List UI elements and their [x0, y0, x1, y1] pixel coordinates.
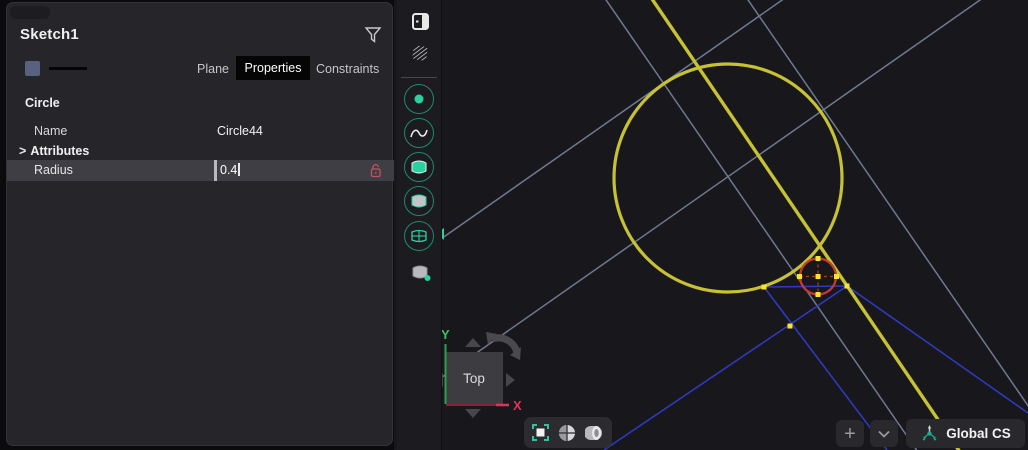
radius-input[interactable]: 0.4 — [220, 163, 240, 177]
handle-dot[interactable] — [762, 285, 767, 290]
view-mode-bar — [524, 417, 612, 448]
tab-properties[interactable]: Properties — [236, 56, 310, 80]
line-style-preview[interactable] — [49, 67, 87, 70]
tab-constraints[interactable]: Constraints — [316, 62, 379, 76]
handle-dot[interactable] — [788, 324, 793, 329]
view-cube-face-label[interactable]: Top — [463, 371, 485, 386]
tool-strip — [397, 0, 442, 450]
coordinate-system-label: Global CS — [946, 426, 1011, 441]
chevron-right-icon: > — [19, 144, 26, 158]
surface-gray-icon — [410, 194, 428, 208]
handle-dot-center[interactable] — [816, 274, 821, 279]
radius-label: Radius — [34, 163, 73, 177]
blue-line-4[interactable] — [764, 286, 847, 287]
axis-y-label: Y — [441, 327, 450, 342]
expand-button[interactable] — [870, 420, 898, 447]
field-edit-indicator — [214, 160, 217, 181]
spline-tool-button[interactable] — [404, 118, 434, 148]
add-button[interactable]: + — [836, 420, 864, 447]
spline-icon — [410, 127, 428, 139]
text-cursor — [238, 163, 240, 176]
surface-fill-tool-button[interactable] — [404, 152, 434, 182]
panel-title: Sketch1 — [20, 26, 79, 43]
name-label: Name — [34, 124, 67, 138]
surface-grid-icon — [410, 229, 428, 243]
entity-heading: Circle — [25, 96, 60, 110]
toolbar-divider — [401, 77, 437, 78]
handle-dot[interactable] — [845, 284, 850, 289]
surface-grid-tool-button[interactable] — [404, 221, 434, 251]
surface-filled-icon — [410, 160, 428, 174]
cad-app-window: Top Y X Sketch1 Plane Properties Constra… — [0, 0, 1028, 450]
zoom-fit-icon[interactable] — [532, 424, 549, 441]
surface-gray-tool-button[interactable] — [404, 186, 434, 216]
shaded-sphere-icon[interactable] — [558, 424, 576, 442]
perspective-view-icon[interactable] — [585, 424, 604, 442]
handle-dot-south[interactable] — [816, 292, 821, 297]
point-icon — [414, 94, 424, 104]
surface-point-tool-icon[interactable] — [410, 263, 432, 282]
color-swatch[interactable] — [25, 61, 40, 76]
point-tool-button[interactable] — [404, 84, 434, 114]
filter-icon[interactable] — [364, 26, 382, 44]
handle-dot-north[interactable] — [816, 256, 821, 261]
handle-dot-west[interactable] — [797, 274, 802, 279]
tab-plane[interactable]: Plane — [197, 62, 229, 76]
coordinate-system-icon — [920, 424, 939, 443]
plus-icon: + — [844, 424, 856, 444]
name-value[interactable]: Circle44 — [217, 124, 263, 138]
handle-dot-east[interactable] — [834, 274, 839, 279]
unlock-icon[interactable] — [369, 163, 382, 178]
attributes-expander[interactable]: > Attributes — [19, 144, 89, 158]
axis-x-label: X — [513, 398, 522, 413]
panel-toggle-icon[interactable] — [412, 13, 429, 30]
attributes-label: Attributes — [30, 144, 89, 158]
panel-tab-handle[interactable] — [10, 6, 50, 19]
chevron-down-icon — [878, 430, 890, 438]
hatch-section-icon[interactable] — [411, 44, 429, 62]
radius-row[interactable]: Radius 0.4 — [7, 160, 394, 181]
properties-panel: Sketch1 Plane Properties Constraints Cir… — [6, 2, 393, 446]
coordinate-system-button[interactable]: Global CS — [906, 419, 1025, 448]
